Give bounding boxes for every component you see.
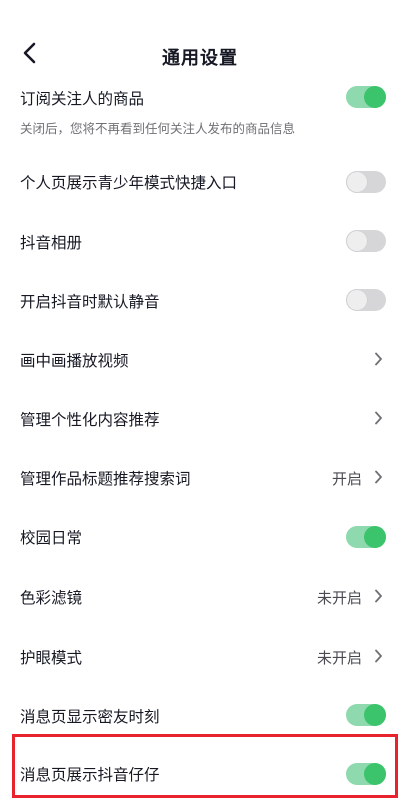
highlight-box bbox=[12, 734, 398, 798]
toggle-knob bbox=[364, 704, 386, 726]
page-title: 通用设置 bbox=[162, 48, 238, 69]
setting-label: 抖音相册 bbox=[20, 234, 83, 252]
setting-label: 个人页展示青少年模式快捷入口 bbox=[20, 174, 238, 192]
toggle-knob bbox=[346, 289, 368, 311]
setting-row-subscribe-products[interactable]: 订阅关注人的商品 关闭后，您将不再看到任何关注人发布的商品信息 bbox=[0, 82, 400, 140]
toggle-knob bbox=[346, 230, 368, 252]
chevron-right-icon bbox=[370, 351, 386, 367]
setting-row-personalized-recommendation[interactable]: 管理个性化内容推荐 bbox=[0, 397, 400, 441]
setting-row-title-search-words[interactable]: 管理作品标题推荐搜索词 开启 bbox=[0, 456, 400, 500]
setting-row-douyin-album[interactable]: 抖音相册 bbox=[0, 220, 400, 264]
chevron-right-icon bbox=[370, 588, 386, 604]
setting-row-picture-in-picture[interactable]: 画中画播放视频 bbox=[0, 338, 400, 382]
toggle-default-mute[interactable] bbox=[346, 289, 386, 311]
toggle-teen-mode-shortcut[interactable] bbox=[346, 171, 386, 193]
setting-label: 开启抖音时默认静音 bbox=[20, 293, 160, 311]
setting-description: 关闭后，您将不再看到任何关注人发布的商品信息 bbox=[20, 121, 296, 136]
setting-label: 管理作品标题推荐搜索词 bbox=[20, 470, 191, 488]
setting-label: 消息页显示密友时刻 bbox=[20, 708, 160, 726]
header-bar: 通用设置 bbox=[0, 0, 400, 80]
chevron-right-icon bbox=[370, 410, 386, 426]
setting-label: 护眼模式 bbox=[20, 649, 83, 667]
setting-row-default-mute[interactable]: 开启抖音时默认静音 bbox=[0, 279, 400, 323]
chevron-right-icon bbox=[370, 648, 386, 664]
setting-value: 开启 bbox=[331, 470, 362, 488]
toggle-close-friends-moments[interactable] bbox=[346, 704, 386, 726]
setting-row-campus-daily[interactable]: 校园日常 bbox=[0, 515, 400, 559]
setting-row-close-friends-moments[interactable]: 消息页显示密友时刻 bbox=[0, 694, 400, 738]
setting-label: 管理个性化内容推荐 bbox=[20, 411, 160, 429]
setting-label: 画中画播放视频 bbox=[20, 352, 129, 370]
setting-label: 色彩滤镜 bbox=[20, 589, 83, 607]
setting-row-teen-mode-shortcut[interactable]: 个人页展示青少年模式快捷入口 bbox=[0, 160, 400, 204]
toggle-knob bbox=[346, 171, 368, 193]
toggle-campus-daily[interactable] bbox=[346, 526, 386, 548]
setting-row-color-filter[interactable]: 色彩滤镜 未开启 bbox=[0, 575, 400, 619]
chevron-right-icon bbox=[370, 469, 386, 485]
setting-label: 订阅关注人的商品 bbox=[20, 90, 145, 108]
toggle-knob bbox=[364, 526, 386, 548]
toggle-douyin-album[interactable] bbox=[346, 230, 386, 252]
toggle-knob bbox=[364, 86, 386, 108]
setting-row-eye-protection[interactable]: 护眼模式 未开启 bbox=[0, 635, 400, 679]
setting-value: 未开启 bbox=[316, 649, 362, 667]
toggle-subscribe-products[interactable] bbox=[346, 86, 386, 108]
setting-label: 校园日常 bbox=[20, 529, 83, 547]
setting-value: 未开启 bbox=[316, 589, 362, 607]
